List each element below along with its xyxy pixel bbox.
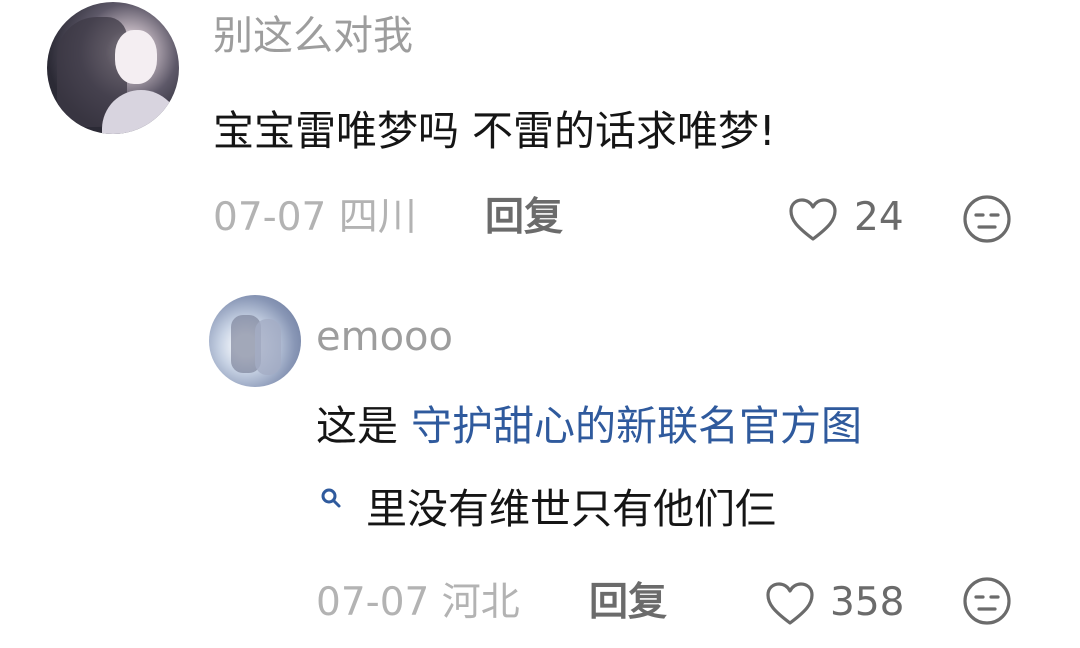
reply-button[interactable]: 回复 xyxy=(589,577,667,629)
like-count: 24 xyxy=(854,195,904,240)
avatar[interactable] xyxy=(209,295,301,387)
search-icon[interactable] xyxy=(318,485,344,511)
comment-meta: 07-07 四川 xyxy=(213,192,417,244)
heart-outline-icon[interactable] xyxy=(764,580,816,628)
avatar[interactable] xyxy=(47,2,179,134)
comment-text-prefix: 这是 xyxy=(316,402,412,450)
comment-text-suffix: 里没有维世只有他们仨 xyxy=(366,485,776,533)
neutral-face-icon[interactable] xyxy=(962,194,1012,244)
comment-text: 宝宝雷唯梦吗 不雷的话求唯梦! xyxy=(213,107,776,155)
comment-location: 河北 xyxy=(441,580,520,625)
comment-text-line: 这是 守护甜心的新联名官方图 xyxy=(316,398,862,454)
comment-username[interactable]: emooo xyxy=(316,311,453,363)
comment-username[interactable]: 别这么对我 xyxy=(213,10,413,62)
heart-outline-icon[interactable] xyxy=(787,196,839,244)
comment-location: 四川 xyxy=(338,195,417,240)
search-link[interactable]: 守护甜心的新联名官方图 xyxy=(411,402,862,450)
like-count: 358 xyxy=(830,580,905,625)
neutral-face-icon[interactable] xyxy=(962,576,1012,626)
comment-meta: 07-07 河北 xyxy=(316,577,520,629)
comment-date: 07-07 xyxy=(316,580,430,625)
reply-button[interactable]: 回复 xyxy=(485,192,563,244)
comment-date: 07-07 xyxy=(213,195,327,240)
